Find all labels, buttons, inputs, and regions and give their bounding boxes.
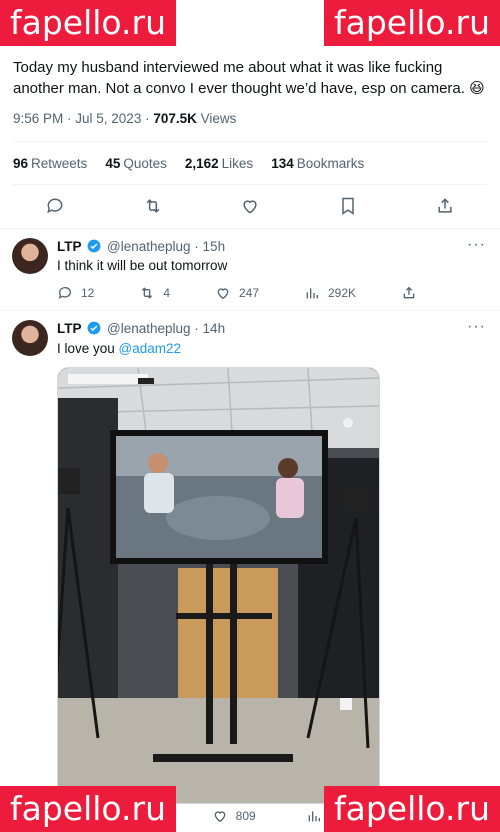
share-icon[interactable] (435, 196, 455, 216)
more-options-icon[interactable]: ··· (467, 236, 486, 254)
tweet-text: Today my husband interviewed me about wh… (13, 59, 485, 97)
more-options-icon[interactable]: ··· (467, 318, 486, 336)
reply-text: I love you @adam22 (57, 341, 182, 356)
studio-photo (58, 368, 379, 803)
display-name[interactable]: LTP (57, 239, 82, 254)
analytics-icon (306, 288, 318, 299)
handle-and-time: @lenatheplug · 14h (107, 321, 226, 336)
bookmark-icon[interactable] (338, 196, 358, 216)
watermark-bottom-left: fapello.ru (0, 786, 177, 832)
retweet-icon[interactable] (143, 196, 163, 216)
views-label: Views (200, 111, 237, 126)
reply-icon (58, 287, 71, 299)
views-count: 707.5K (153, 111, 197, 126)
retweets-stat[interactable]: 96 Retweets (13, 156, 87, 171)
likes-stat[interactable]: 2,162 Likes (185, 156, 253, 171)
avatar[interactable] (12, 320, 48, 356)
reply-actions: 12 4 247 292K (57, 285, 417, 301)
quotes-stat[interactable]: 45 Quotes (105, 156, 167, 171)
verified-badge-icon (87, 321, 101, 335)
share-icon (403, 286, 415, 299)
reply-header: LTP @lenatheplug · 14h (57, 321, 225, 336)
watermark-top-right: fapello.ru (323, 0, 500, 46)
share-button[interactable] (401, 285, 417, 301)
retweet-icon (142, 287, 153, 299)
like-icon[interactable] (240, 196, 260, 216)
divider (13, 141, 487, 142)
avatar[interactable] (12, 238, 48, 274)
reply-button[interactable]: 12 (57, 285, 94, 301)
like-button[interactable]: 809 (212, 808, 256, 824)
reply-text: I think it will be out tomorrow (57, 258, 228, 273)
retweet-button[interactable]: 4 (139, 285, 170, 301)
like-icon (214, 811, 225, 823)
divider (13, 184, 487, 185)
tweet-meta: 9:56 PM · Jul 5, 2023 · 707.5K Views (13, 111, 236, 126)
watermark-bottom-right: fapello.ru (323, 786, 500, 832)
bookmarks-stat[interactable]: 134 Bookmarks (271, 156, 364, 171)
like-icon (217, 288, 229, 300)
like-button[interactable]: 247 (215, 285, 259, 301)
handle-and-time: @lenatheplug · 15h (107, 239, 226, 254)
reply-header: LTP @lenatheplug · 15h (57, 239, 225, 254)
tweet-time[interactable]: 9:56 PM · Jul 5, 2023 · (13, 111, 153, 126)
mention-link[interactable]: @adam22 (119, 341, 182, 356)
analytics-icon (308, 811, 321, 822)
reply-icon[interactable] (45, 196, 65, 216)
media-photo[interactable] (57, 367, 380, 804)
engagement-stats: 96 Retweets 45 Quotes 2,162 Likes 134 Bookma… (13, 156, 364, 171)
watermark-top-left: fapello.ru (0, 0, 177, 46)
reply-tweet[interactable]: LTP @lenatheplug · 15h ··· I think it wi… (0, 228, 500, 310)
display-name[interactable]: LTP (57, 321, 82, 336)
views-button[interactable]: 292K (304, 285, 356, 301)
verified-badge-icon (87, 239, 101, 253)
tweet-actions (45, 196, 455, 216)
